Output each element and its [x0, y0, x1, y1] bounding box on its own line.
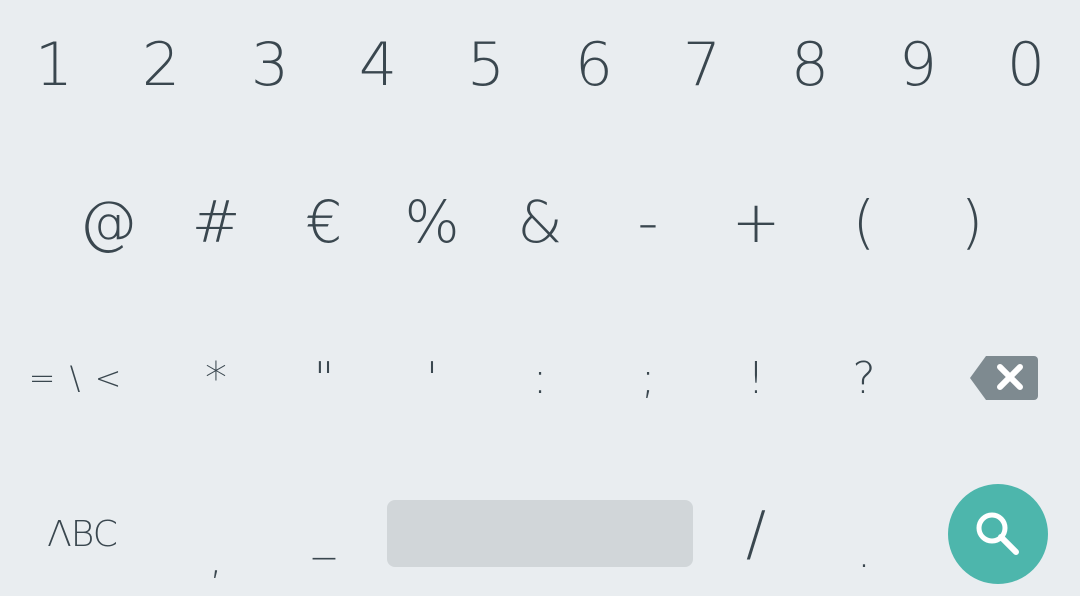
key-double-quote[interactable]: " [270, 328, 378, 428]
key-close-paren[interactable]: ) [918, 172, 1026, 272]
search-button[interactable] [948, 484, 1048, 584]
more-symbols-key[interactable]: = \ < [6, 328, 146, 428]
key-exclamation[interactable]: ! [702, 328, 810, 428]
key-slash[interactable]: / [702, 484, 810, 584]
backspace-key[interactable] [964, 350, 1042, 406]
key-percent[interactable]: % [378, 172, 486, 272]
key-period[interactable]: . [810, 484, 918, 596]
key-minus[interactable]: - [594, 172, 702, 272]
key-asterisk[interactable]: * [162, 328, 270, 428]
keyboard-row-bottom: ΛBC , _ / . [0, 484, 1080, 584]
space-bar[interactable] [387, 500, 693, 567]
keyboard-row-digits: 1 2 3 4 5 6 7 8 9 0 [0, 15, 1080, 115]
key-at[interactable]: @ [54, 172, 162, 272]
key-6[interactable]: 6 [540, 15, 648, 115]
key-underscore[interactable]: _ [270, 484, 378, 584]
keyboard-row-symbols-2: = \ < * " ' : ; ! ? [0, 328, 1080, 428]
key-8[interactable]: 8 [756, 15, 864, 115]
key-0[interactable]: 0 [972, 15, 1080, 115]
key-plus[interactable]: + [702, 172, 810, 272]
backspace-icon [970, 356, 1038, 400]
key-comma[interactable]: , [162, 484, 270, 596]
abc-switch-key[interactable]: ΛBC [12, 484, 152, 584]
key-1[interactable]: 1 [0, 15, 108, 115]
key-7[interactable]: 7 [648, 15, 756, 115]
key-4[interactable]: 4 [324, 15, 432, 115]
key-single-quote[interactable]: ' [378, 328, 486, 428]
key-colon[interactable]: : [486, 328, 594, 428]
key-ampersand[interactable]: & [486, 172, 594, 272]
key-3[interactable]: 3 [216, 15, 324, 115]
search-icon [976, 512, 1019, 555]
key-hash[interactable]: # [162, 172, 270, 272]
key-5[interactable]: 5 [432, 15, 540, 115]
key-euro[interactable]: € [270, 172, 378, 272]
key-2[interactable]: 2 [107, 15, 215, 115]
key-open-paren[interactable]: ( [810, 172, 918, 272]
key-semicolon[interactable]: ; [594, 328, 702, 428]
key-9[interactable]: 9 [864, 15, 972, 115]
symbol-keyboard: 1 2 3 4 5 6 7 8 9 0 @ # € % & - + ( ) = … [0, 0, 1080, 596]
key-question[interactable]: ? [810, 328, 918, 428]
keyboard-row-symbols-1: @ # € % & - + ( ) [0, 172, 1080, 272]
